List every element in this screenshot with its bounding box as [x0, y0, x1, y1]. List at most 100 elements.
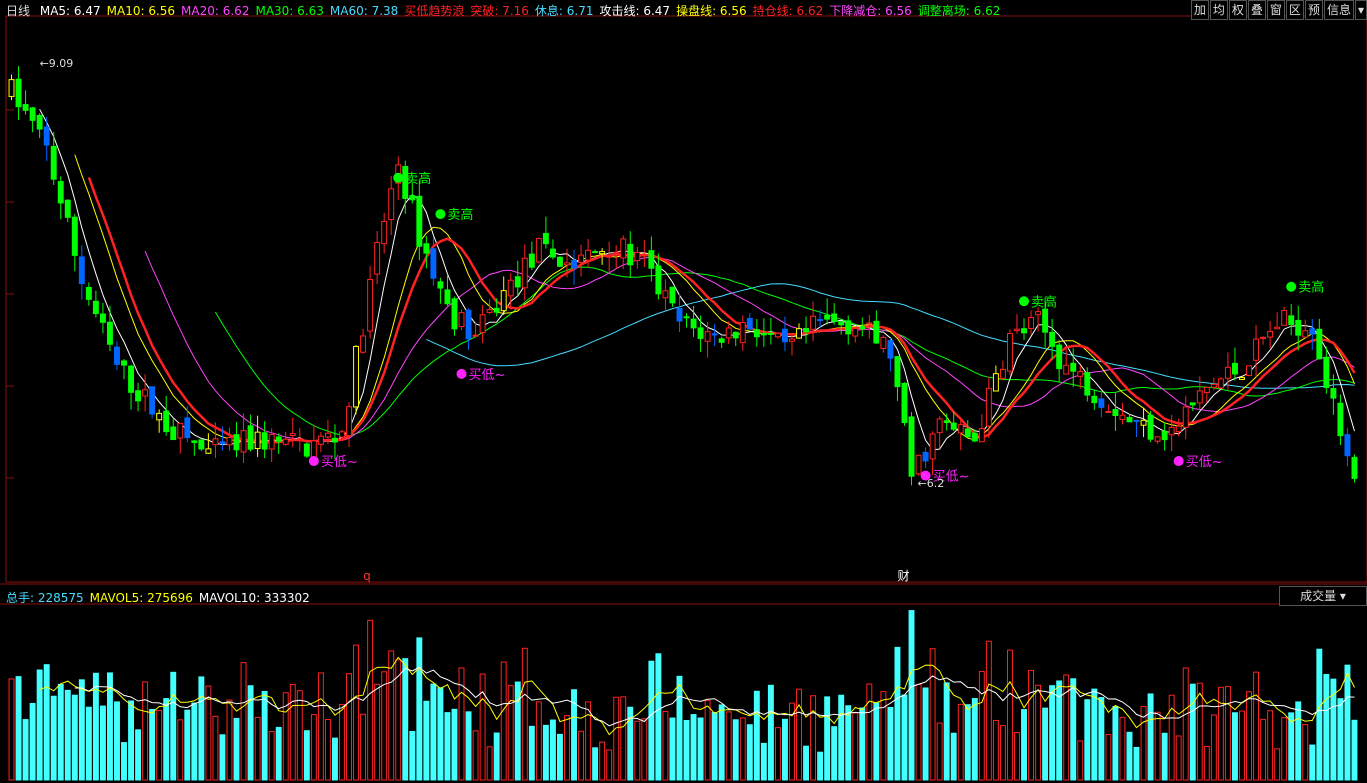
- candle-body: [1316, 328, 1323, 360]
- candle-body: [423, 243, 430, 254]
- toolbar-button[interactable]: 权: [1228, 0, 1247, 20]
- volume-bar: [261, 690, 268, 781]
- volume-bar: [205, 685, 212, 781]
- volume-bar: [296, 690, 303, 781]
- indicator-value: 下降减仓: 6.56: [829, 4, 912, 18]
- kline-chart[interactable]: 卖高卖高卖高卖高买低~买低~买低~买低~←9.09←6.2q 财: [0, 0, 1367, 783]
- toolbar-button[interactable]: ▾: [1354, 0, 1367, 20]
- volume-bar: [317, 672, 324, 781]
- candle-body: [964, 428, 971, 438]
- volume-bar: [1203, 745, 1210, 781]
- volume-bar: [1049, 685, 1056, 781]
- candle-body: [585, 249, 592, 261]
- candle-body: [760, 332, 767, 336]
- signal-dot: [393, 172, 404, 183]
- volume-bar: [191, 702, 198, 781]
- volume-bar: [760, 742, 767, 781]
- candle-body: [662, 290, 669, 299]
- toolbar-button[interactable]: 叠: [1247, 0, 1266, 20]
- candle-body: [1119, 414, 1126, 420]
- volume-bar: [817, 751, 824, 781]
- candle-body: [739, 321, 746, 344]
- candle-body: [718, 338, 725, 343]
- volume-bar: [177, 719, 184, 781]
- volume-bar: [1070, 678, 1077, 781]
- toolbar-button[interactable]: 预: [1304, 0, 1323, 20]
- ma5-line: [39, 108, 1355, 451]
- toolbar-button[interactable]: 加: [1190, 0, 1209, 20]
- candle-body: [106, 321, 113, 345]
- volume-bar: [683, 719, 690, 781]
- volume-bar: [739, 717, 746, 781]
- candle-body: [437, 281, 444, 289]
- signal-dot: [1173, 456, 1184, 467]
- candle-body: [465, 309, 472, 340]
- candle-body: [261, 432, 268, 450]
- volume-bar: [528, 725, 535, 781]
- indicator-value: MA20: 6.62: [181, 4, 250, 18]
- candle-body: [641, 254, 648, 257]
- toolbar-button[interactable]: 均: [1209, 0, 1228, 20]
- candle-body: [254, 431, 261, 450]
- volume-bar: [697, 717, 704, 781]
- indicator-value: 休息: 6.71: [534, 4, 594, 18]
- volume-bar: [564, 715, 570, 781]
- candle-body: [282, 438, 289, 445]
- candle-body: [240, 430, 247, 453]
- candle-body: [1351, 456, 1358, 479]
- volume-bar: [1281, 717, 1288, 781]
- volume-bar: [149, 708, 156, 781]
- volume-bar: [796, 688, 802, 781]
- candle-body: [599, 251, 606, 255]
- candle-body: [324, 432, 331, 438]
- volume-bar: [1309, 744, 1316, 781]
- candle-body: [655, 265, 662, 295]
- candle-body: [985, 387, 992, 427]
- candle-body: [1042, 308, 1049, 333]
- toolbar-button[interactable]: 窗: [1266, 0, 1285, 20]
- volume-indicator-select[interactable]: 成交量 ▾: [1279, 586, 1367, 606]
- ma20-line: [144, 250, 1355, 443]
- volume-bar: [444, 712, 451, 781]
- toolbar-button[interactable]: 区: [1285, 0, 1304, 20]
- candle-body: [29, 107, 36, 121]
- indicator-value: 调整离场: 6.62: [917, 4, 1001, 18]
- candle-body: [381, 220, 388, 245]
- candle-body: [472, 334, 479, 337]
- volume-bar: [971, 698, 978, 781]
- candle-body: [1021, 328, 1027, 334]
- candle-body: [430, 248, 437, 279]
- toolbar-button[interactable]: 信息: [1323, 0, 1354, 20]
- candle-body: [613, 251, 620, 254]
- candle-body: [353, 345, 360, 408]
- volume-bar: [606, 749, 613, 781]
- candle-body: [1182, 406, 1189, 428]
- candle-body: [957, 424, 964, 434]
- volume-bar: [901, 694, 908, 781]
- volume-bar: [992, 719, 999, 781]
- volume-bar: [121, 742, 127, 781]
- signal-label: 买低~: [469, 368, 506, 383]
- volume-bar: [339, 703, 345, 781]
- volume-bar: [64, 689, 71, 781]
- candle-body: [1105, 411, 1112, 414]
- volume-bar: [908, 610, 915, 781]
- volume-bar: [1035, 684, 1042, 781]
- volume-bar: [1006, 649, 1013, 781]
- candle-body: [831, 313, 838, 322]
- candle-body: [901, 382, 908, 424]
- volume-bar: [1119, 716, 1126, 781]
- candle-body: [845, 320, 852, 335]
- candle-body: [331, 437, 338, 443]
- candle-body: [85, 286, 92, 300]
- volume-bar: [634, 720, 641, 781]
- volume-bar: [1239, 710, 1245, 781]
- volume-bar: [542, 724, 549, 781]
- candle-body: [184, 417, 191, 439]
- candle-body: [725, 327, 732, 339]
- volume-bar: [950, 732, 957, 781]
- volume-bar: [585, 701, 592, 781]
- volume-bar: [1028, 669, 1035, 781]
- volume-bar: [15, 676, 22, 781]
- volume-bar: [374, 683, 381, 781]
